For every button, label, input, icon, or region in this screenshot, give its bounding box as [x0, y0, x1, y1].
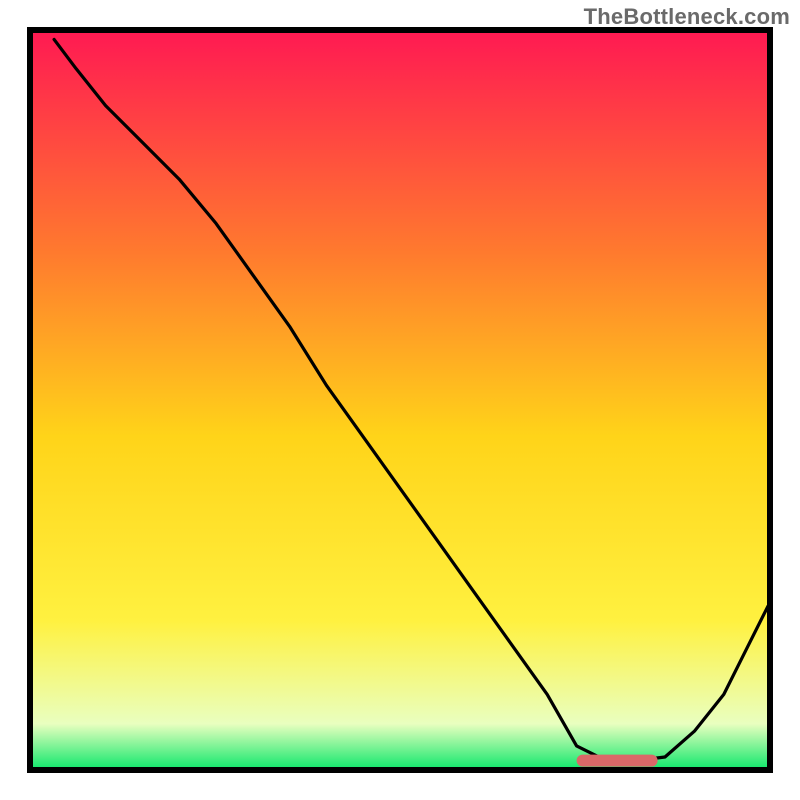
plot-area — [30, 30, 770, 770]
bottleneck-chart — [0, 0, 800, 800]
optimum-marker — [577, 755, 658, 767]
watermark-text: TheBottleneck.com — [584, 4, 790, 30]
